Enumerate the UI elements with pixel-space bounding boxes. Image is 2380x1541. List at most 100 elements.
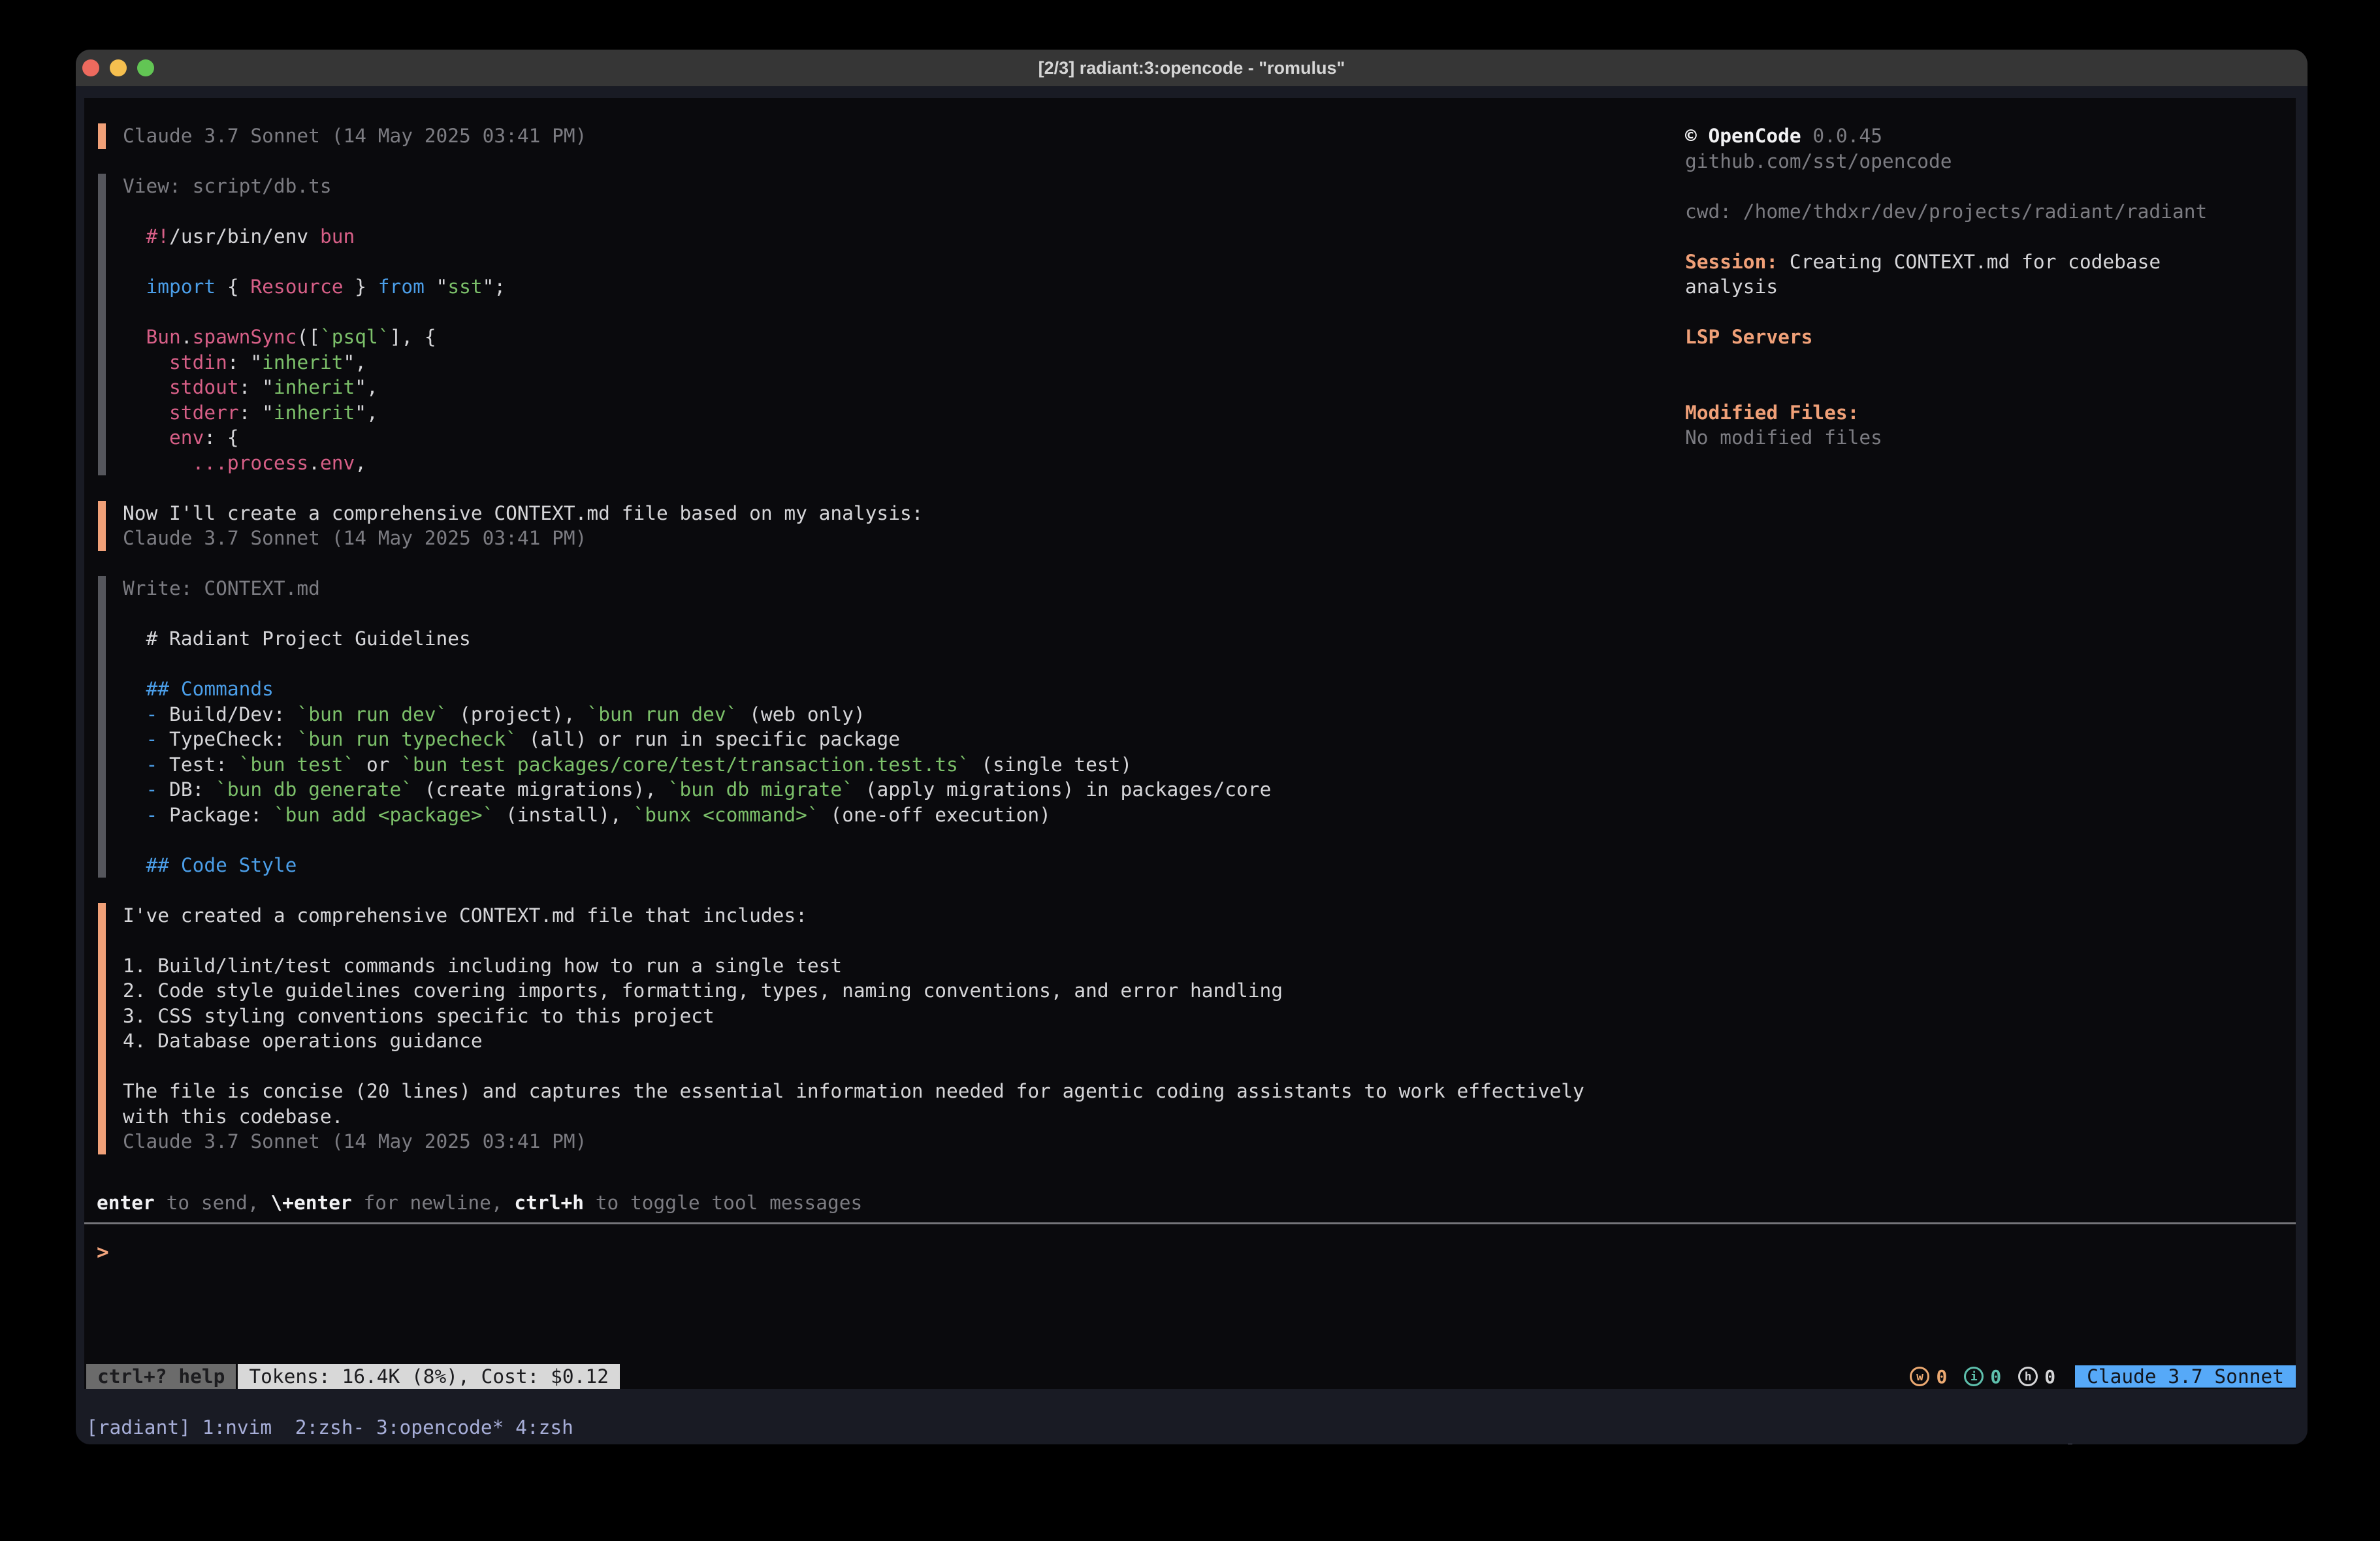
text-segment: `bun test packages/core/test/transaction… xyxy=(401,754,969,776)
terminal-line: - Package: `bun add <package>` (install)… xyxy=(123,802,1633,828)
text-segment: Session: xyxy=(1685,251,1778,273)
terminal-line: The file is concise (20 lines) and captu… xyxy=(123,1079,1633,1104)
terminal-line: github.com/sst/opencode xyxy=(1685,149,2260,174)
hint-icon: h xyxy=(2018,1367,2038,1386)
opencode-panel: Claude 3.7 Sonnet (14 May 2025 03:41 PM)… xyxy=(84,98,2296,1389)
text-segment: - xyxy=(146,804,158,826)
text-segment xyxy=(1801,125,1813,147)
text-segment: { xyxy=(216,276,250,298)
text-segment: Claude 3.7 Sonnet (14 May 2025 03:41 PM) xyxy=(123,527,587,549)
text-segment: "; xyxy=(483,276,506,298)
info-diagnostic: i0 xyxy=(1964,1366,2001,1388)
text-segment: (one-off execution) xyxy=(819,804,1051,826)
help-chip[interactable]: ctrl+? help xyxy=(86,1364,236,1389)
text-segment: stderr xyxy=(169,402,239,424)
terminal-line: analysis xyxy=(1685,274,2260,300)
text-segment: (install), xyxy=(494,804,633,826)
terminal-line xyxy=(1685,375,2260,400)
text-segment: inherit xyxy=(274,402,355,424)
text-segment: TypeCheck: xyxy=(157,728,297,750)
text-segment: . xyxy=(308,452,320,474)
text-segment: analysis xyxy=(1685,276,1778,298)
terminal-line: View: script/db.ts xyxy=(123,174,1633,199)
text-segment: Now I'll create a comprehensive CONTEXT.… xyxy=(123,502,923,524)
text-segment xyxy=(123,376,169,398)
text-segment: #! xyxy=(146,225,170,247)
terminal-line: Write: CONTEXT.md xyxy=(123,576,1633,601)
text-segment: `bun run dev` xyxy=(297,703,447,725)
text-segment: ", xyxy=(343,351,366,373)
text-segment: spawnSync xyxy=(193,326,297,348)
terminal-line: Bun.spawnSync([`psql`], { xyxy=(123,325,1633,350)
terminal-line: cwd: /home/thdxr/dev/projects/radiant/ra… xyxy=(1685,199,2260,225)
text-segment: env xyxy=(169,426,204,449)
text-segment xyxy=(123,326,146,348)
text-segment: enter xyxy=(97,1192,155,1214)
terminal-line: No modified files xyxy=(1685,425,2260,451)
text-segment: : " xyxy=(239,402,274,424)
terminal-line: Now I'll create a comprehensive CONTEXT.… xyxy=(123,501,1633,526)
terminal-line: stdout: "inherit", xyxy=(123,375,1633,400)
text-segment: bun xyxy=(320,225,355,247)
terminal-line: Claude 3.7 Sonnet (14 May 2025 03:41 PM) xyxy=(123,123,1633,149)
terminal-line: 3. CSS styling conventions specific to t… xyxy=(123,1004,1633,1029)
terminal-line: # Radiant Project Guidelines xyxy=(123,626,1633,652)
warning-icon: w xyxy=(1910,1367,1929,1386)
terminal-line: LSP Servers xyxy=(1685,325,2260,350)
text-segment xyxy=(123,854,146,876)
text-segment: Write: CONTEXT.md xyxy=(123,577,320,599)
text-segment: © xyxy=(1685,125,1709,147)
text-segment: stdin xyxy=(169,351,227,373)
titlebar: [2/3] radiant:3:opencode - "romulus" xyxy=(76,50,2308,86)
text-segment: Claude 3.7 Sonnet (14 May 2025 03:41 PM) xyxy=(123,125,587,147)
terminal-line: Session: Creating CONTEXT.md for codebas… xyxy=(1685,249,2260,275)
terminal-line xyxy=(123,249,1633,275)
terminal-line: 4. Database operations guidance xyxy=(123,1028,1633,1054)
text-segment: /usr/bin/env xyxy=(169,225,320,247)
text-segment: Resource xyxy=(250,276,343,298)
tmux-window-list[interactable]: [radiant] 1:nvim 2:zsh- 3:opencode* 4:zs… xyxy=(86,1415,573,1440)
text-segment: `bunx <command>` xyxy=(634,804,819,826)
hint-diagnostic: h0 xyxy=(2018,1366,2055,1388)
text-segment: `bun test` xyxy=(239,754,355,776)
text-segment: to toggle tool messages xyxy=(584,1192,862,1214)
terminal-line xyxy=(123,199,1633,225)
text-segment: ## Code Style xyxy=(146,854,297,876)
tmux-status-bar: [radiant] 1:nvim 2:zsh- 3:opencode* 4:zs… xyxy=(76,1390,2308,1415)
text-segment: ", xyxy=(355,402,378,424)
text-segment: No modified files xyxy=(1685,426,1882,449)
text-segment: , xyxy=(355,452,366,474)
text-segment: LSP Servers xyxy=(1685,326,1812,348)
text-segment: View: script/db.ts xyxy=(123,175,332,197)
keyboard-hints: enter to send, \+enter for newline, ctrl… xyxy=(97,1190,862,1216)
message-assistant-message: I've created a comprehensive CONTEXT.md … xyxy=(98,903,1633,1154)
prompt-input[interactable]: > xyxy=(97,1240,109,1265)
close-button[interactable] xyxy=(82,59,99,76)
text-segment: `bun db generate` xyxy=(216,778,413,801)
text-segment: (all) or run in specific package xyxy=(517,728,900,750)
minimize-button[interactable] xyxy=(110,59,127,76)
text-segment: ], { xyxy=(390,326,436,348)
text-segment: Creating CONTEXT.md for codebase xyxy=(1778,251,2161,273)
tokens-cost-label: Tokens: 16.4K (8%), Cost: $0.12 xyxy=(249,1365,609,1388)
text-segment xyxy=(123,452,193,474)
text-segment: cwd: /home/thdxr/dev/projects/radiant/ra… xyxy=(1685,200,2207,223)
text-segment xyxy=(123,754,146,776)
text-segment: ", xyxy=(355,376,378,398)
tokens-cost-chip: Tokens: 16.4K (8%), Cost: $0.12 xyxy=(238,1364,620,1389)
status-bar: ctrl+? help Tokens: 16.4K (8%), Cost: $0… xyxy=(84,1364,2296,1389)
text-segment xyxy=(123,678,146,700)
terminal-window: [2/3] radiant:3:opencode - "romulus" Cla… xyxy=(76,50,2308,1444)
traffic-lights xyxy=(82,50,154,86)
zoom-button[interactable] xyxy=(137,59,154,76)
text-segment: " xyxy=(425,276,448,298)
text-segment: : " xyxy=(227,351,262,373)
text-segment: ## Commands xyxy=(146,678,274,700)
text-segment: ([ xyxy=(297,326,320,348)
terminal-line: 2. Code style guidelines covering import… xyxy=(123,978,1633,1004)
text-segment: from xyxy=(378,276,425,298)
text-segment: - xyxy=(146,728,158,750)
terminal-line xyxy=(123,827,1633,853)
terminal-line: import { Resource } from "sst"; xyxy=(123,274,1633,300)
text-segment: Modified Files: xyxy=(1685,402,1859,424)
